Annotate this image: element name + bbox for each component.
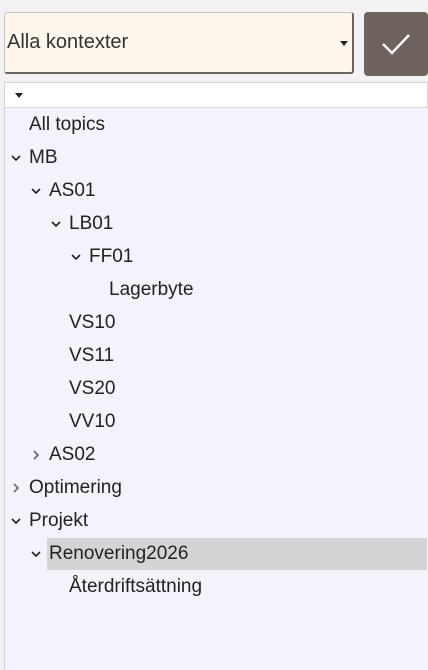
- tree-item-vs20[interactable]: VS20: [69, 373, 115, 405]
- tree-item-aterdriftsattning[interactable]: Återdriftsättning: [69, 571, 202, 603]
- tree-item-as02[interactable]: AS02: [49, 439, 95, 471]
- chevron-down-icon[interactable]: [10, 515, 22, 527]
- tree-item-vs11[interactable]: VS11: [69, 340, 114, 372]
- tree-item-label: Projekt: [29, 510, 89, 531]
- tree-item-vs10[interactable]: VS10: [69, 307, 115, 339]
- tree-item-lb01[interactable]: LB01: [69, 208, 113, 240]
- chevron-down-icon[interactable]: [50, 218, 62, 230]
- tree-item-label: Återdriftsättning: [69, 576, 203, 597]
- tree-item-label: All topics: [29, 114, 106, 135]
- chevron-right-icon[interactable]: [30, 449, 42, 461]
- tree-item-label: Optimering: [29, 477, 122, 498]
- topic-filter-dropdown[interactable]: [4, 82, 428, 108]
- chevron-down-icon[interactable]: [30, 185, 42, 197]
- topic-tree: All topics MB AS01 LB01 FF01 Lagerbyte V…: [4, 108, 428, 670]
- tree-item-label: VS20: [69, 378, 116, 399]
- tree-item-projekt[interactable]: Projekt: [29, 505, 88, 537]
- chevron-down-icon[interactable]: [70, 251, 82, 263]
- tree-item-label: AS02: [49, 444, 96, 465]
- tree-item-lagerbyte[interactable]: Lagerbyte: [109, 274, 194, 306]
- tree-item-label: LB01: [69, 213, 114, 234]
- tree-item-vv10[interactable]: VV10: [69, 406, 115, 438]
- tree-item-label: FF01: [89, 246, 134, 267]
- context-select-value: Alla kontexter: [7, 31, 129, 53]
- tree-item-label: Lagerbyte: [109, 279, 194, 300]
- chevron-down-icon[interactable]: [30, 548, 42, 560]
- chevron-down-icon[interactable]: [10, 152, 22, 164]
- tree-item-as01[interactable]: AS01: [49, 175, 95, 207]
- tree-item-label: VS11: [69, 345, 115, 366]
- checkmark-icon: [382, 34, 410, 55]
- tree-item-label: Renovering2026: [49, 543, 189, 564]
- tree-item-ff01[interactable]: FF01: [89, 241, 133, 273]
- tree-item-label: VV10: [69, 411, 116, 432]
- tree-item-mb[interactable]: MB: [29, 142, 58, 174]
- dropdown-caret-icon: [15, 93, 23, 98]
- confirm-button[interactable]: [364, 12, 428, 76]
- tree-item-renovering2026[interactable]: Renovering2026: [49, 538, 188, 570]
- tree-item-all-topics[interactable]: All topics: [29, 109, 105, 141]
- chevron-right-icon[interactable]: [10, 482, 22, 494]
- tree-item-label: AS01: [49, 180, 96, 201]
- tree-item-label: MB: [29, 147, 58, 168]
- tree-item-label: VS10: [69, 312, 116, 333]
- tree-item-optimering[interactable]: Optimering: [29, 472, 122, 504]
- dropdown-caret-icon: [340, 41, 348, 46]
- context-select[interactable]: Alla kontexter: [4, 12, 354, 74]
